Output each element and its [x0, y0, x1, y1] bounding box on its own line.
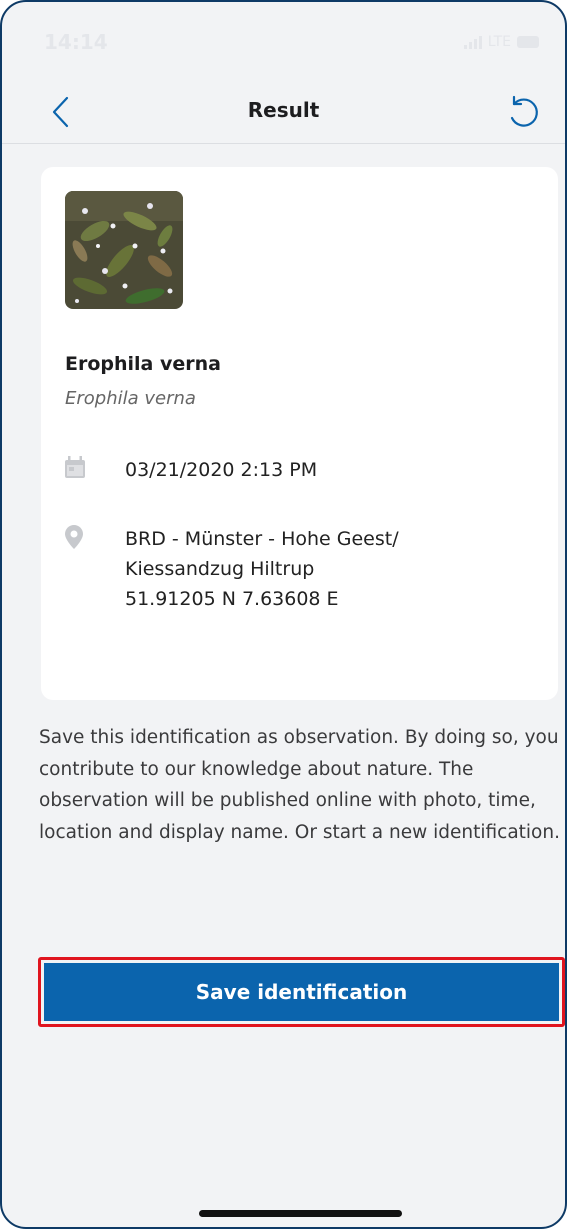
phone-screen: 14:14 LTE Result Erophila verna Erophila…: [0, 0, 567, 1229]
calendar-icon: [65, 456, 85, 478]
location-coordinates: 51.91205 N 7.63608 E: [125, 588, 339, 610]
home-indicator[interactable]: [199, 1210, 402, 1217]
datetime-row: 03/21/2020 2:13 PM: [65, 455, 317, 485]
navigation-bar: Result: [2, 82, 565, 144]
observation-photo[interactable]: [65, 191, 183, 309]
save-explanation-text: Save this identification as observation.…: [39, 727, 560, 843]
observation-location: BRD - Münster - Hohe Geest/ Kiessandzug …: [125, 524, 399, 614]
status-bar: 14:14 LTE: [2, 2, 565, 82]
location-line-2: Kiessandzug Hiltrup: [125, 558, 315, 580]
location-row: BRD - Münster - Hohe Geest/ Kiessandzug …: [65, 524, 399, 614]
save-button-highlight: Save identification: [38, 957, 565, 1027]
page-title: Result: [247, 98, 320, 122]
signal-icon: [463, 35, 482, 49]
result-card: Erophila verna Erophila verna 03/21/2020…: [41, 167, 558, 700]
restart-identification-button[interactable]: [501, 90, 545, 134]
status-indicators: LTE: [463, 34, 539, 50]
species-common-name: Erophila verna: [65, 353, 221, 375]
battery-icon: [517, 36, 539, 48]
save-identification-button[interactable]: Save identification: [44, 963, 559, 1021]
status-time: 14:14: [44, 30, 108, 54]
species-scientific-name: Erophila verna: [65, 388, 196, 409]
location-line-1: BRD - Münster - Hohe Geest/: [125, 528, 399, 550]
observation-datetime: 03/21/2020 2:13 PM: [125, 459, 318, 481]
location-pin-icon: [65, 525, 83, 549]
undo-icon: [510, 95, 538, 127]
network-label: LTE: [487, 34, 511, 50]
